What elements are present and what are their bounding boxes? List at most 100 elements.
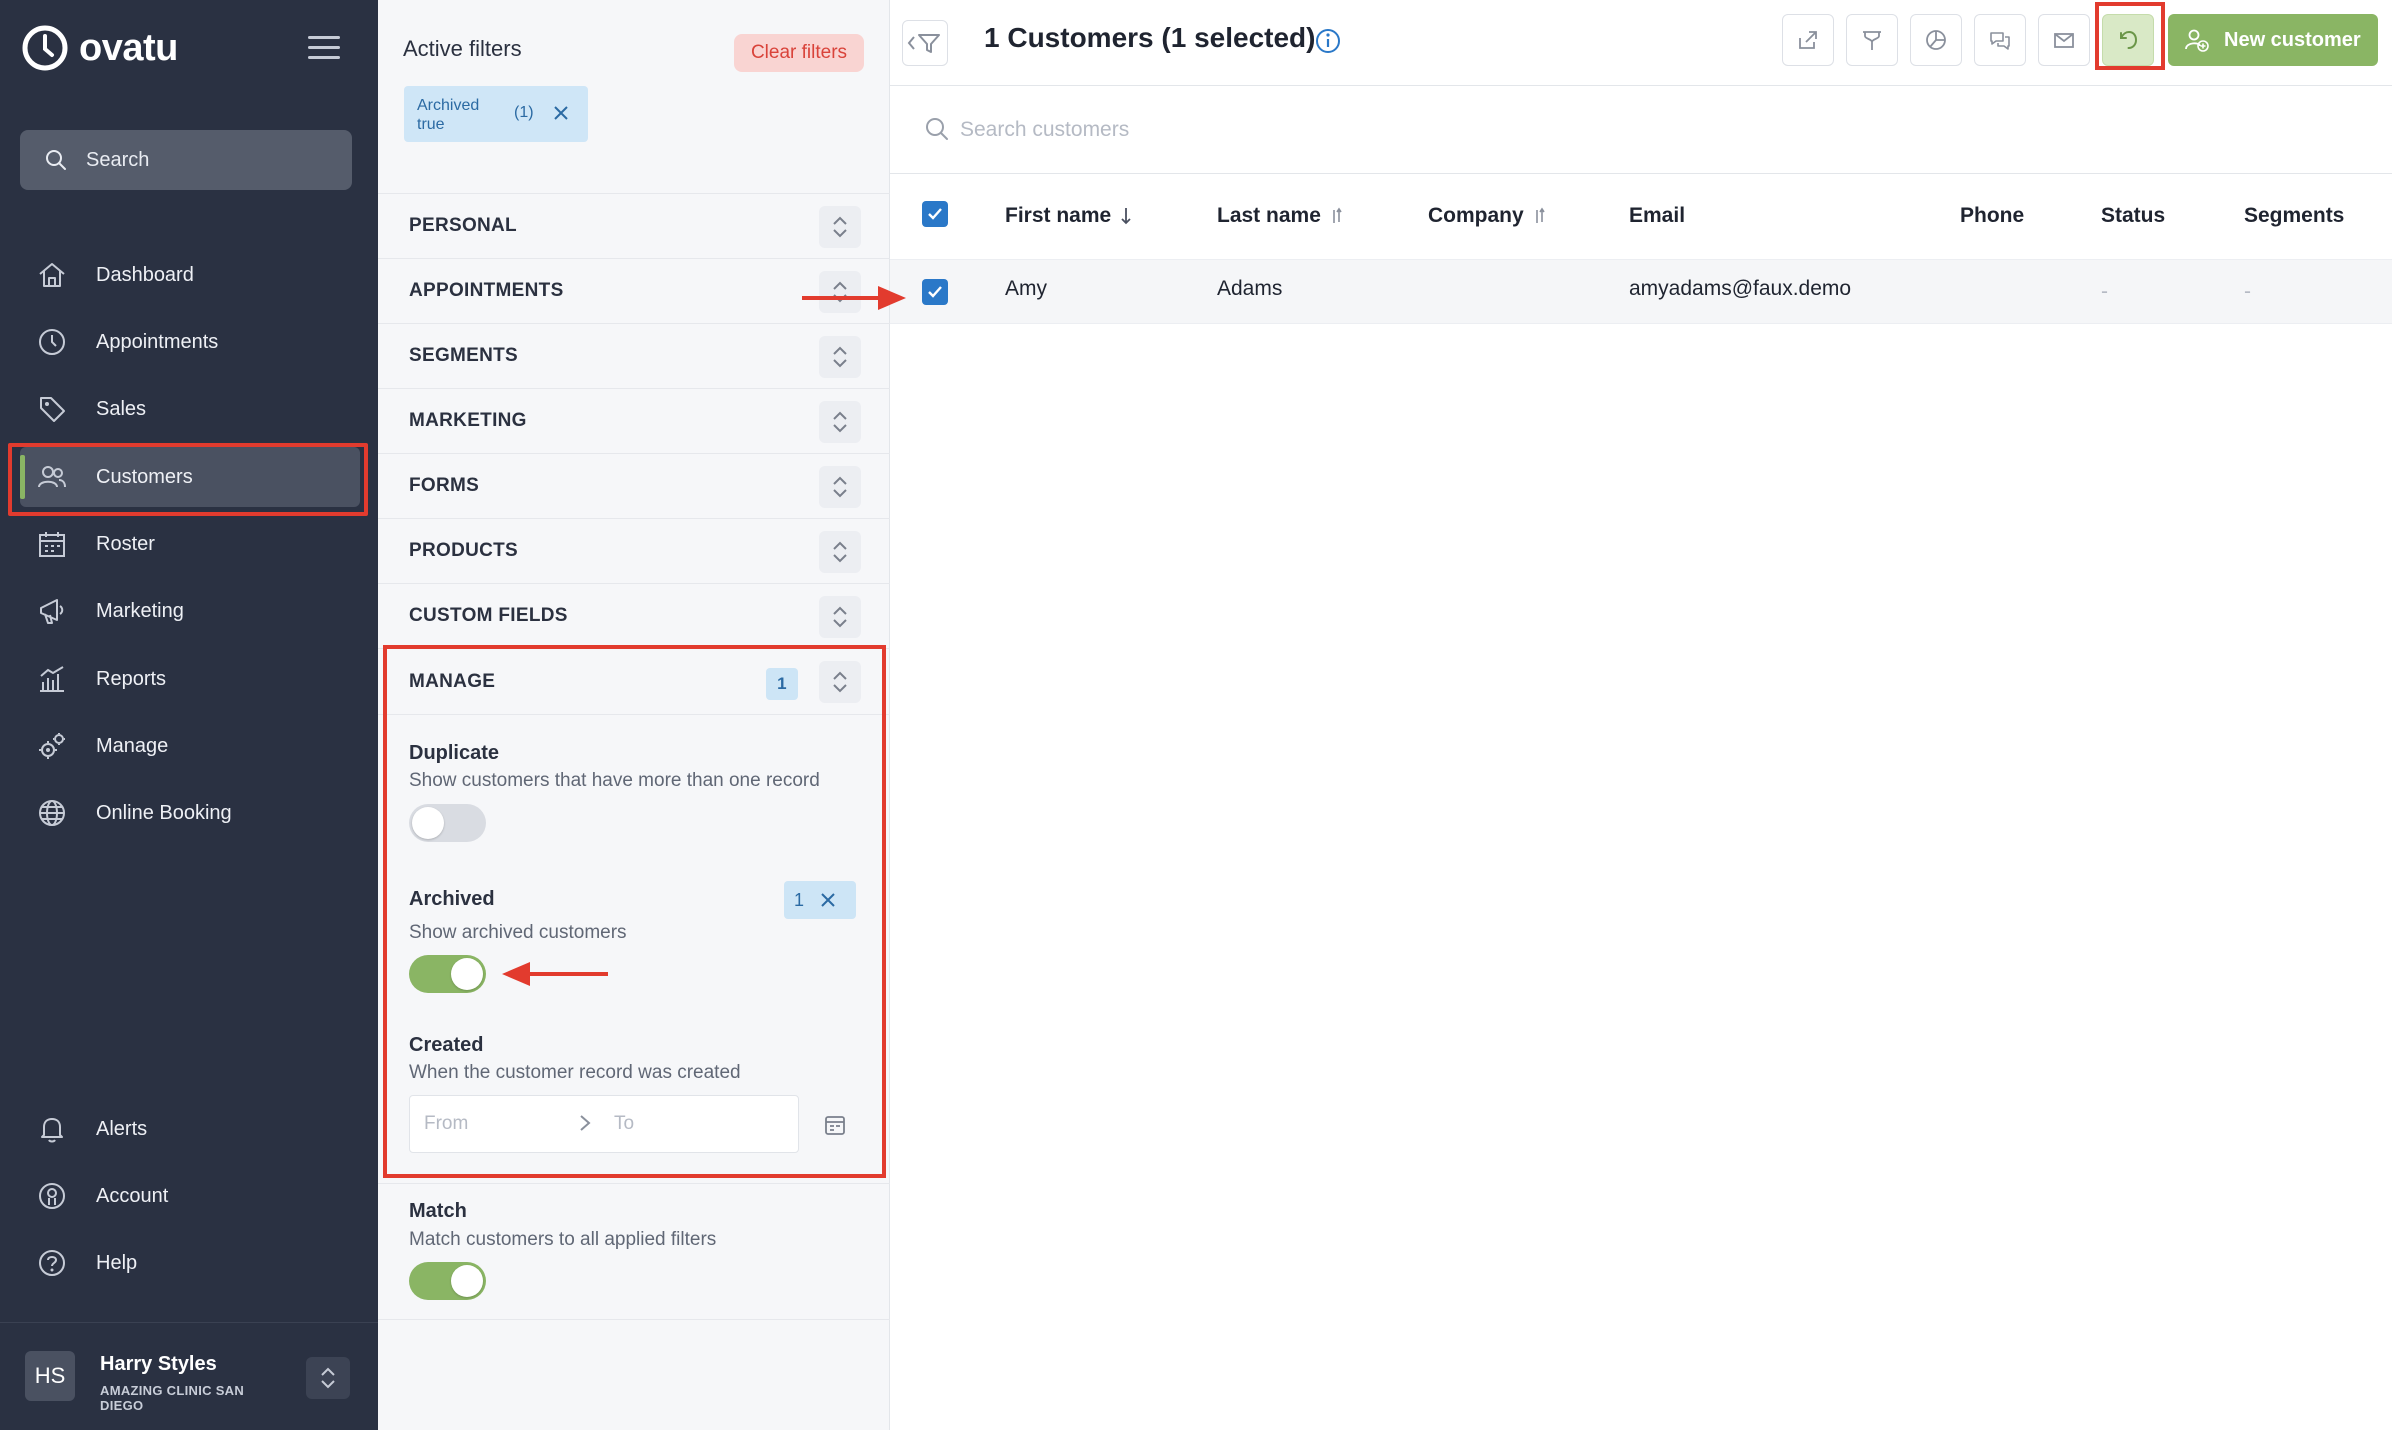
sort-icon — [1535, 207, 1545, 223]
sidebar-item-dashboard[interactable]: Dashboard — [20, 245, 360, 305]
sidebar-item-label: Online Booking — [96, 801, 232, 824]
select-all-checkbox[interactable] — [922, 201, 948, 227]
export-button[interactable] — [1782, 14, 1834, 66]
expand-chevron-icon[interactable] — [819, 466, 861, 508]
sidebar: ovatu Search Dashboard Appointments Sale… — [0, 0, 378, 1430]
cell-first-name[interactable]: Amy — [1005, 277, 1047, 301]
chip-count: (1) — [514, 104, 534, 121]
column-last-name[interactable]: Last name — [1217, 204, 1345, 228]
sidebar-search[interactable]: Search — [20, 130, 352, 190]
active-filter-chip[interactable]: Archived true (1) — [404, 86, 588, 142]
duplicate-toggle[interactable] — [409, 804, 486, 842]
merge-button[interactable] — [1846, 14, 1898, 66]
customer-search-bar — [890, 86, 2392, 174]
restore-button[interactable] — [2102, 14, 2154, 66]
expand-chevron-icon[interactable] — [819, 531, 861, 573]
user-name: Harry Styles — [100, 1353, 217, 1375]
sidebar-item-roster[interactable]: Roster — [20, 514, 360, 574]
filter-section-manage[interactable]: MANAGE 1 — [378, 648, 890, 714]
user-menu-chevron-icon[interactable] — [306, 1357, 350, 1399]
column-company[interactable]: Company — [1428, 204, 1548, 228]
sidebar-item-online-booking[interactable]: Online Booking — [20, 783, 360, 843]
divider — [378, 1319, 890, 1320]
archived-title: Archived — [409, 888, 495, 910]
bell-icon — [36, 1113, 68, 1145]
filter-panel: Active filters Clear filters Archived tr… — [378, 0, 890, 1430]
sidebar-item-label: Dashboard — [96, 263, 194, 286]
sidebar-item-reports[interactable]: Reports — [20, 649, 360, 709]
sidebar-item-sales[interactable]: Sales — [20, 379, 360, 439]
filter-section-custom-fields[interactable]: CUSTOM FIELDS — [378, 583, 890, 648]
clock-icon — [36, 326, 68, 358]
sms-button[interactable] — [1974, 14, 2026, 66]
archived-toggle[interactable] — [409, 955, 486, 993]
menu-toggle-icon[interactable] — [308, 36, 340, 62]
duplicate-title: Duplicate — [409, 742, 500, 764]
match-desc: Match customers to all applied filters — [409, 1229, 717, 1250]
created-date-range[interactable]: From To — [409, 1095, 799, 1153]
sidebar-item-label: Manage — [96, 734, 169, 757]
created-desc: When the customer record was created — [409, 1062, 741, 1083]
expand-chevron-icon[interactable] — [819, 336, 861, 378]
sidebar-item-marketing[interactable]: Marketing — [20, 581, 360, 641]
filter-section-products[interactable]: PRODUCTS — [378, 518, 890, 583]
filter-toggle-button[interactable] — [902, 20, 948, 66]
date-from-placeholder[interactable]: From — [424, 1113, 468, 1135]
expand-chevron-icon[interactable] — [819, 401, 861, 443]
chat-icon — [1990, 32, 2010, 50]
sort-icon — [1333, 207, 1342, 223]
user-menu[interactable]: HS Harry Styles AMAZING CLINIC SAN DIEGO — [0, 1322, 378, 1430]
info-icon[interactable] — [1314, 27, 1342, 60]
column-first-name[interactable]: First name — [1005, 204, 1133, 228]
table-row[interactable]: Amy Adams amyadams@faux.demo - - — [890, 260, 2392, 324]
date-to-placeholder[interactable]: To — [614, 1113, 634, 1135]
account-icon — [36, 1180, 68, 1212]
section-label: FORMS — [409, 475, 480, 496]
app-logo[interactable]: ovatu — [21, 24, 178, 72]
sidebar-item-label: Alerts — [96, 1117, 148, 1140]
divider — [378, 1183, 890, 1184]
match-toggle[interactable] — [409, 1262, 486, 1300]
column-segments[interactable]: Segments — [2244, 204, 2344, 228]
filter-section-appointments[interactable]: APPOINTMENTS — [378, 258, 890, 323]
cell-email[interactable]: amyadams@faux.demo — [1629, 277, 1851, 301]
column-email[interactable]: Email — [1629, 204, 1685, 228]
filter-section-forms[interactable]: FORMS — [378, 453, 890, 518]
toolbar: 1 Customers (1 selected) New customer — [890, 0, 2392, 86]
close-icon[interactable] — [818, 890, 838, 910]
customer-search-input[interactable] — [960, 108, 1760, 152]
sidebar-item-account[interactable]: Account — [20, 1166, 360, 1226]
sidebar-item-customers[interactable]: Customers — [20, 447, 360, 507]
globe-icon — [36, 797, 68, 829]
sidebar-item-manage[interactable]: Manage — [20, 716, 360, 776]
email-button[interactable] — [2038, 14, 2090, 66]
clear-filters-button[interactable]: Clear filters — [734, 34, 864, 72]
expand-chevron-icon[interactable] — [819, 206, 861, 248]
avatar: HS — [25, 1351, 75, 1401]
archived-filter-badge[interactable]: 1 — [784, 881, 856, 919]
sidebar-item-label: Reports — [96, 667, 167, 690]
section-label: MARKETING — [409, 410, 527, 431]
expand-chevron-icon[interactable] — [819, 661, 861, 703]
sidebar-item-label: Help — [96, 1251, 138, 1274]
sidebar-item-appointments[interactable]: Appointments — [20, 312, 360, 372]
expand-chevron-icon[interactable] — [819, 271, 861, 313]
new-customer-button[interactable]: New customer — [2168, 14, 2378, 66]
sidebar-item-help[interactable]: Help — [20, 1233, 360, 1293]
gears-icon — [36, 730, 68, 762]
filter-section-segments[interactable]: SEGMENTS — [378, 323, 890, 388]
close-icon[interactable] — [550, 102, 572, 124]
section-label: APPOINTMENTS — [409, 280, 564, 301]
cell-last-name[interactable]: Adams — [1217, 277, 1282, 301]
column-phone[interactable]: Phone — [1960, 204, 2024, 228]
filter-section-marketing[interactable]: MARKETING — [378, 388, 890, 453]
column-status[interactable]: Status — [2101, 204, 2165, 228]
segment-button[interactable] — [1910, 14, 1962, 66]
date-picker-icon[interactable] — [814, 1104, 856, 1146]
section-label: PRODUCTS — [409, 540, 519, 561]
sidebar-item-alerts[interactable]: Alerts — [20, 1099, 360, 1159]
row-checkbox[interactable] — [922, 279, 948, 305]
megaphone-icon — [36, 595, 68, 627]
filter-section-personal[interactable]: PERSONAL — [378, 193, 890, 258]
expand-chevron-icon[interactable] — [819, 596, 861, 638]
